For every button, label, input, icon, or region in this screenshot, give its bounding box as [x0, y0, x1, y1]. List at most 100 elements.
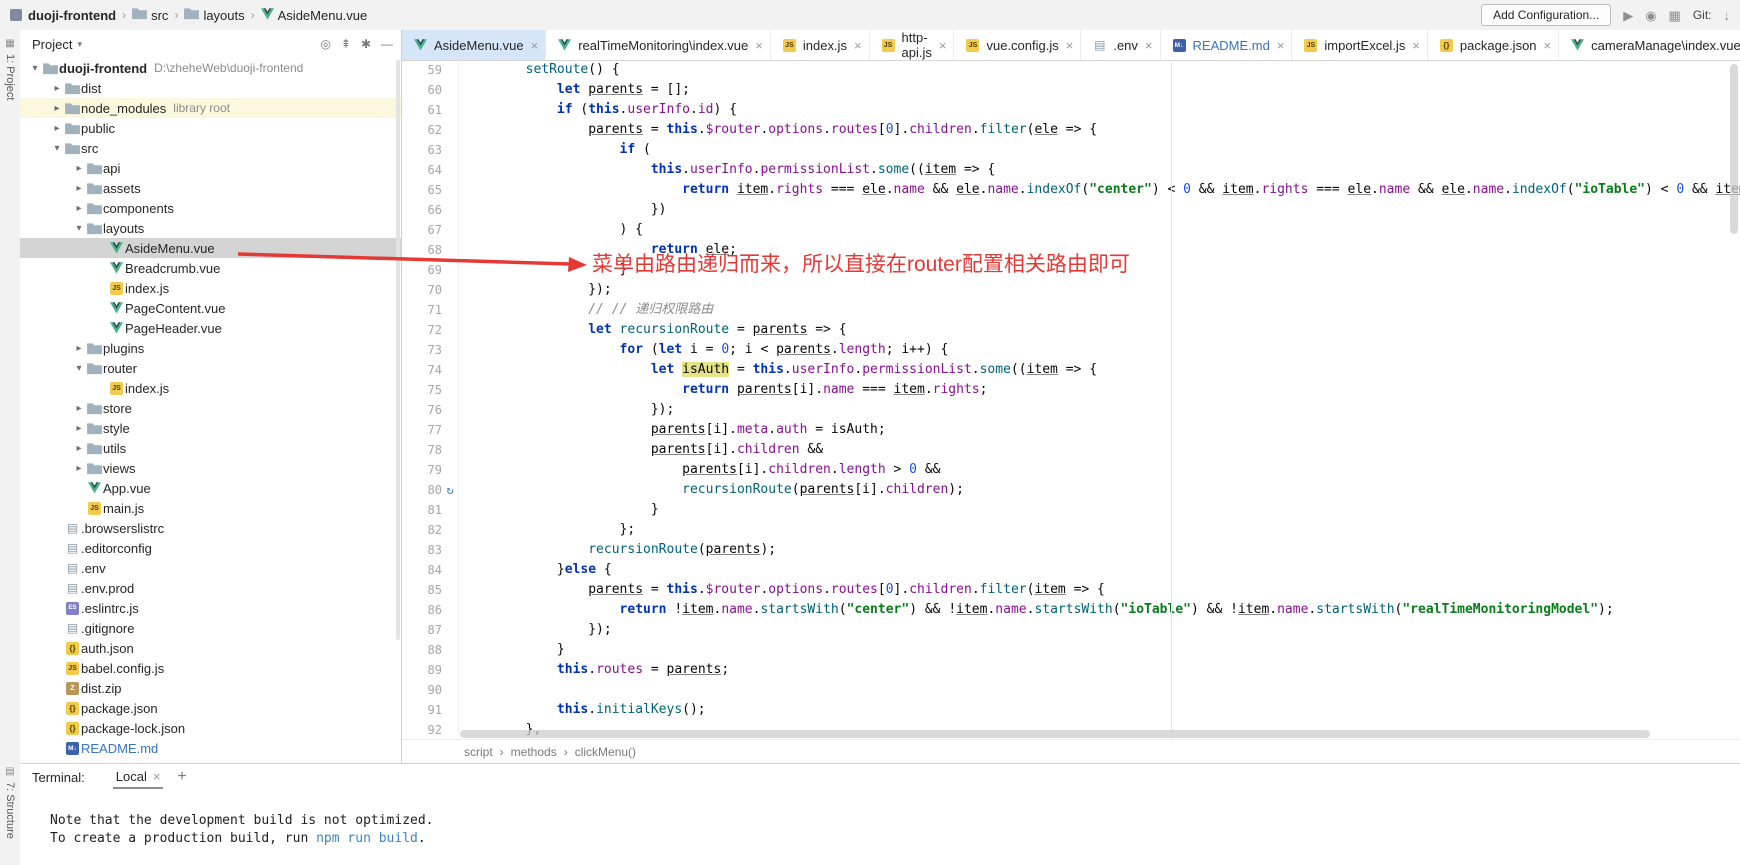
tree-item-.gitignore[interactable]: ▤.gitignore: [20, 618, 401, 638]
chevron-right-icon[interactable]: ▸: [72, 423, 86, 434]
close-tab-icon[interactable]: ×: [755, 38, 763, 53]
chevron-right-icon[interactable]: ▸: [50, 103, 64, 114]
tree-item-README.md[interactable]: M↓README.md: [20, 738, 401, 758]
terminal-output[interactable]: Note that the development build is not o…: [20, 790, 1740, 848]
project-tree-scrollbar[interactable]: [396, 60, 400, 640]
add-configuration-button[interactable]: Add Configuration...: [1481, 4, 1611, 26]
close-tab-icon[interactable]: ×: [531, 38, 539, 53]
git-update-icon[interactable]: ↓: [1724, 9, 1731, 22]
tree-item-App.vue[interactable]: App.vue: [20, 478, 401, 498]
close-tab-icon[interactable]: ×: [854, 38, 862, 53]
vertical-scrollbar[interactable]: [1730, 64, 1738, 234]
tree-item-style[interactable]: ▸style: [20, 418, 401, 438]
chevron-right-icon[interactable]: ▸: [72, 443, 86, 454]
chevron-right-icon[interactable]: ▸: [50, 123, 64, 134]
tree-item-public[interactable]: ▸public: [20, 118, 401, 138]
tree-item-.env[interactable]: ▤.env: [20, 558, 401, 578]
close-tab-icon[interactable]: ×: [1145, 38, 1153, 53]
tree-item-plugins[interactable]: ▸plugins: [20, 338, 401, 358]
tree-item-main.js[interactable]: JSmain.js: [20, 498, 401, 518]
code-area[interactable]: 59 setRoute() {60 let parents = [];61 if…: [402, 60, 1740, 740]
tree-item-layouts[interactable]: ▾layouts: [20, 218, 401, 238]
locate-file-icon[interactable]: ◎: [320, 37, 330, 51]
new-terminal-session-icon[interactable]: +: [177, 768, 186, 786]
titlebar-breadcrumb-duoji-frontend[interactable]: duoji-frontend: [10, 8, 116, 23]
tab-http-api.js[interactable]: JShttp-api.js×: [870, 30, 955, 60]
chevron-right-icon[interactable]: ▸: [72, 183, 86, 194]
tree-item-views[interactable]: ▸views: [20, 458, 401, 478]
chevron-right-icon[interactable]: ▸: [50, 83, 64, 94]
chevron-down-icon[interactable]: ▾: [50, 143, 64, 154]
tree-item-store[interactable]: ▸store: [20, 398, 401, 418]
titlebar-breadcrumb-layouts[interactable]: layouts: [184, 7, 244, 23]
tree-item-label: .eslintrc.js: [81, 601, 139, 616]
editor-breadcrumb-script[interactable]: script: [464, 745, 493, 759]
tree-item-assets[interactable]: ▸assets: [20, 178, 401, 198]
tab-index.js[interactable]: JSindex.js×: [771, 30, 870, 60]
close-tab-icon[interactable]: ×: [939, 38, 947, 53]
tree-item-duoji-frontend[interactable]: ▾duoji-frontendD:\zheheWeb\duoji-fronten…: [20, 58, 401, 78]
close-tab-icon[interactable]: ×: [1277, 38, 1285, 53]
titlebar-breadcrumb-AsideMenu.vue[interactable]: AsideMenu.vue: [261, 8, 368, 23]
tree-item-dist[interactable]: ▸dist: [20, 78, 401, 98]
close-tab-icon[interactable]: ×: [1066, 38, 1074, 53]
tree-item-babel.config.js[interactable]: JSbabel.config.js: [20, 658, 401, 678]
chevron-down-icon[interactable]: ▾: [77, 39, 82, 50]
tab-cameraManage\index.vue[interactable]: cameraManage\index.vue×: [1559, 30, 1740, 60]
gutter: 67: [402, 220, 459, 240]
run-icon[interactable]: ▶: [1623, 9, 1633, 22]
tree-item-PageContent.vue[interactable]: PageContent.vue: [20, 298, 401, 318]
titlebar-breadcrumb-src[interactable]: src: [132, 7, 168, 23]
close-tab-icon[interactable]: ×: [1412, 38, 1420, 53]
tree-item-.browserslistrc[interactable]: ▤.browserslistrc: [20, 518, 401, 538]
chevron-down-icon[interactable]: ▾: [72, 363, 86, 374]
tree-item-src[interactable]: ▾src: [20, 138, 401, 158]
tree-item-router[interactable]: ▾router: [20, 358, 401, 378]
horizontal-scrollbar[interactable]: [460, 730, 1650, 738]
tree-item-utils[interactable]: ▸utils: [20, 438, 401, 458]
tab-vue.config.js[interactable]: JSvue.config.js×: [954, 30, 1081, 60]
chevron-down-icon[interactable]: ▾: [28, 63, 42, 74]
close-tab-icon[interactable]: ×: [1544, 38, 1552, 53]
gear-icon[interactable]: ✱: [361, 37, 371, 51]
tool-grid-icon[interactable]: ▦: [1669, 9, 1681, 22]
chevron-right-icon[interactable]: ▸: [72, 343, 86, 354]
tree-item-index.js[interactable]: JSindex.js: [20, 278, 401, 298]
toolwindow-structure-button[interactable]: ▤ 7: Structure: [0, 766, 20, 839]
tree-item-Breadcrumb.vue[interactable]: Breadcrumb.vue: [20, 258, 401, 278]
tree-item-package.json[interactable]: {}package.json: [20, 698, 401, 718]
tree-item-.env.prod[interactable]: ▤.env.prod: [20, 578, 401, 598]
close-icon[interactable]: ×: [153, 769, 161, 784]
tree-item-components[interactable]: ▸components: [20, 198, 401, 218]
editor-breadcrumb-methods[interactable]: methods: [511, 745, 557, 759]
chevron-right-icon[interactable]: ▸: [72, 403, 86, 414]
tree-item-node_modules[interactable]: ▸node_moduleslibrary root: [20, 98, 401, 118]
tree-item-AsideMenu.vue[interactable]: AsideMenu.vue: [20, 238, 401, 258]
chevron-right-icon[interactable]: ▸: [72, 203, 86, 214]
recursive-call-icon[interactable]: ↻: [442, 480, 458, 500]
chevron-right-icon[interactable]: ▸: [72, 163, 86, 174]
hide-panel-icon[interactable]: —: [381, 37, 393, 51]
tab-AsideMenu.vue[interactable]: AsideMenu.vue×: [402, 30, 546, 60]
tab-.env[interactable]: ▤.env×: [1081, 30, 1160, 60]
terminal-tab-local[interactable]: Local ×: [113, 766, 164, 789]
editor-breadcrumb-clickMenu()[interactable]: clickMenu(): [575, 745, 636, 759]
tree-item-.editorconfig[interactable]: ▤.editorconfig: [20, 538, 401, 558]
chevron-right-icon[interactable]: ▸: [72, 463, 86, 474]
tree-item-dist.zip[interactable]: Zdist.zip: [20, 678, 401, 698]
tab-package.json[interactable]: {}package.json×: [1428, 30, 1559, 60]
tab-realTimeMonitoring\index.vue[interactable]: realTimeMonitoring\index.vue×: [546, 30, 771, 60]
tree-item-auth.json[interactable]: {}auth.json: [20, 638, 401, 658]
tree-item-.eslintrc.js[interactable]: ES.eslintrc.js: [20, 598, 401, 618]
collapse-all-icon[interactable]: ⇞: [341, 37, 351, 51]
tree-item-api[interactable]: ▸api: [20, 158, 401, 178]
tree-item-package-lock.json[interactable]: {}package-lock.json: [20, 718, 401, 738]
tab-README.md[interactable]: M↓README.md×: [1161, 30, 1293, 60]
project-panel-title[interactable]: Project: [32, 37, 72, 52]
chevron-down-icon[interactable]: ▾: [72, 223, 86, 234]
debug-icon[interactable]: ◉: [1645, 9, 1656, 22]
tree-item-index.js[interactable]: JSindex.js: [20, 378, 401, 398]
tab-importExcel.js[interactable]: JSimportExcel.js×: [1292, 30, 1428, 60]
toolwindow-project-button[interactable]: ▦ 1: Project: [0, 30, 20, 100]
tree-item-PageHeader.vue[interactable]: PageHeader.vue: [20, 318, 401, 338]
